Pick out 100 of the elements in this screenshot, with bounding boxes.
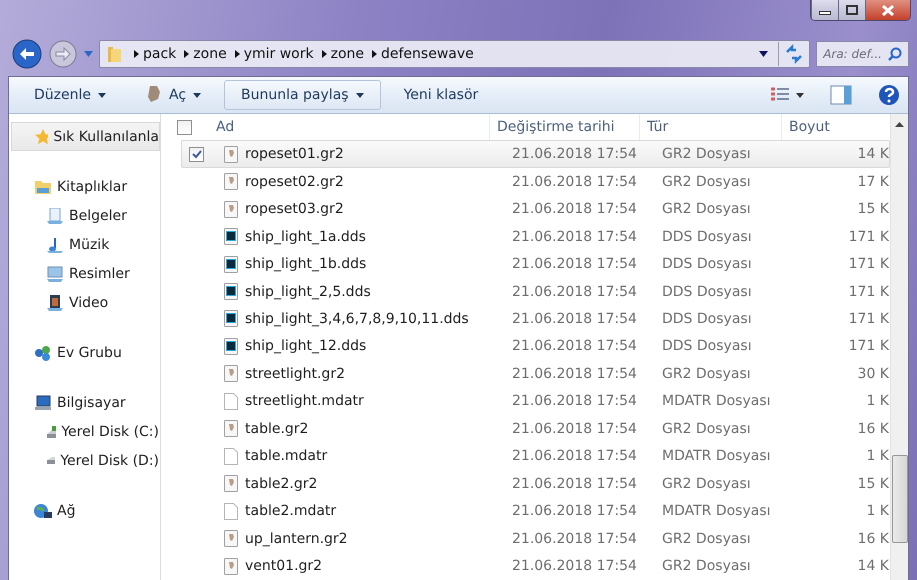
nav-item[interactable]: Ev Grubu <box>11 338 160 367</box>
caret-icon <box>98 92 106 98</box>
file-icon <box>224 173 238 190</box>
file-type: DDS Dosyası <box>661 338 753 354</box>
file-name: ropeset03.gr2 <box>245 201 344 218</box>
nav-item[interactable]: Belgeler <box>11 201 160 230</box>
maximize-button[interactable] <box>838 0 865 20</box>
file-name: streetlight.gr2 <box>245 366 345 382</box>
file-row[interactable]: ship_light_12.dds 21.06.2018 17:54 DDS Dosyası 171 K <box>181 332 890 360</box>
search-field[interactable]: Ara: def... <box>816 41 909 67</box>
file-row[interactable]: ship_light_1a.dds 21.06.2018 17:54 DDS Dosyası 171 K <box>181 222 890 250</box>
folder-icon <box>106 45 124 63</box>
file-icon <box>224 475 238 492</box>
file-row[interactable]: vent01.gr2 21.06.2018 17:54 GR2 Dosyası 14 K <box>181 552 890 580</box>
breadcrumb[interactable]: defensewave <box>381 46 474 62</box>
breadcrumb[interactable]: zone <box>330 46 364 62</box>
file-name: ship_light_12.dds <box>245 338 366 354</box>
minimize-icon <box>819 11 831 15</box>
file-icon <box>224 420 238 438</box>
address-bar[interactable]: pack zone ymir work zone defensewave <box>99 40 810 68</box>
nav-item[interactable]: Sık Kullanılanla <box>11 122 160 151</box>
caret-icon <box>796 92 804 98</box>
help-icon[interactable] <box>878 84 900 106</box>
file-name: ship_light_2,5.dds <box>245 284 371 300</box>
file-icon <box>224 558 238 575</box>
file-row[interactable]: streetlight.gr2 21.06.2018 17:54 GR2 Dosyası 30 K <box>181 360 890 388</box>
file-row[interactable]: table.mdatr 21.06.2018 17:54 MDATR Dosyası 1 K <box>181 442 890 470</box>
breadcrumb[interactable]: ymir work <box>244 46 314 62</box>
dropdown-arrow-icon[interactable] <box>759 51 768 57</box>
file-type: DDS Dosyası <box>661 284 753 300</box>
file-row[interactable]: ropeset02.gr2 21.06.2018 17:54 GR2 Dosyası 17 K <box>181 168 890 196</box>
file-row[interactable]: table2.gr2 21.06.2018 17:54 GR2 Dosyası 15 K <box>181 470 890 498</box>
file-type: GR2 Dosyası <box>661 476 752 492</box>
nav-item[interactable]: Müzik <box>11 230 160 259</box>
toolbar-button[interactable]: Yeni klasör <box>386 80 496 110</box>
document-icon <box>46 208 64 224</box>
file-type: DDS Dosyası <box>661 228 753 245</box>
file-size: 17 K <box>856 174 889 190</box>
file-name: table2.gr2 <box>245 476 318 492</box>
back-button[interactable] <box>12 39 42 69</box>
nav-item[interactable]: Resimler <box>11 259 160 288</box>
file-row[interactable]: table.gr2 21.06.2018 17:54 GR2 Dosyası 16 K <box>181 415 890 443</box>
breadcrumb[interactable]: zone <box>193 46 227 62</box>
checkbox[interactable] <box>177 120 192 135</box>
file-type: MDATR Dosyası <box>661 503 772 520</box>
breadcrumb[interactable]: pack <box>143 46 176 62</box>
modified-date: 21.06.2018 17:54 <box>511 338 638 354</box>
modified-date: 21.06.2018 17:54 <box>511 256 638 272</box>
file-name: table.mdatr <box>245 448 328 464</box>
chevron-icon <box>372 50 377 58</box>
file-size: 171 K <box>848 310 889 327</box>
modified-date: 21.06.2018 17:54 <box>511 174 638 190</box>
file-type: GR2 Dosyası <box>661 366 752 382</box>
forward-button[interactable] <box>48 39 78 69</box>
file-row[interactable]: table2.mdatr 21.06.2018 17:54 MDATR Dosyası 1 K <box>181 498 890 525</box>
column-header[interactable]: Ad <box>209 114 489 140</box>
image-file-icon <box>224 283 238 300</box>
nav-item[interactable]: Yerel Disk (D:) <box>11 446 160 475</box>
nav-item[interactable]: Bilgisayar <box>11 388 160 417</box>
scrollbar-thumb[interactable] <box>892 455 908 543</box>
file-type: GR2 Dosyası <box>661 201 752 218</box>
preview-pane-icon[interactable] <box>830 85 852 105</box>
file-name: table2.mdatr <box>245 503 336 520</box>
modified-date: 21.06.2018 17:54 <box>511 228 638 245</box>
close-icon <box>881 4 895 16</box>
file-row[interactable]: ropeset03.gr2 21.06.2018 17:54 GR2 Dosyası 15 K <box>181 195 890 223</box>
file-row[interactable]: ropeset01.gr2 21.06.2018 17:54 GR2 Dosyası 14 K <box>181 140 890 168</box>
toolbar-button[interactable]: Bununla paylaş <box>224 80 381 110</box>
file-row[interactable]: ship_light_1b.dds 21.06.2018 17:54 DDS Dosyası 171 K <box>181 250 890 278</box>
nav-item[interactable]: Video <box>11 288 160 317</box>
file-name: up_lantern.gr2 <box>245 530 348 547</box>
file-icon <box>224 530 238 548</box>
music-note-icon <box>46 236 64 252</box>
file-name: ship_light_3,4,6,7,8,9,10,11.dds <box>245 310 469 327</box>
modified-date: 21.06.2018 17:54 <box>511 393 638 410</box>
file-name: ropeset02.gr2 <box>245 174 344 190</box>
file-name: ropeset01.gr2 <box>245 146 344 162</box>
file-size: 171 K <box>848 228 889 245</box>
view-options-icon[interactable] <box>770 87 790 103</box>
homegroup-icon <box>34 344 52 360</box>
checkbox[interactable] <box>189 146 204 162</box>
file-size: 16 K <box>856 420 889 437</box>
file-row[interactable]: ship_light_2,5.dds 21.06.2018 17:54 DDS Dosyası 171 K <box>181 278 890 306</box>
toolbar-button[interactable]: Düzenle <box>17 80 123 110</box>
nav-item[interactable]: Ağ <box>11 496 160 525</box>
toolbar-button[interactable]: Aç <box>129 80 218 110</box>
file-row[interactable]: up_lantern.gr2 21.06.2018 17:54 GR2 Dosyası 16 K <box>181 524 890 552</box>
scroll-up-icon[interactable] <box>895 122 904 127</box>
nav-item[interactable]: Kitaplıklar <box>11 172 160 201</box>
modified-date: 21.06.2018 17:54 <box>511 146 638 162</box>
file-size: 15 K <box>856 476 889 492</box>
close-button[interactable] <box>865 0 910 20</box>
modified-date: 21.06.2018 17:54 <box>511 530 638 547</box>
file-size: 1 K <box>865 393 889 410</box>
file-row[interactable]: streetlight.mdatr 21.06.2018 17:54 MDATR Dosyası 1 K <box>181 388 890 416</box>
file-name: ship_light_1a.dds <box>245 228 366 245</box>
nav-item[interactable]: Yerel Disk (C:) <box>11 417 160 446</box>
minimize-button[interactable] <box>811 0 838 20</box>
star-icon <box>34 128 48 144</box>
file-row[interactable]: ship_light_3,4,6,7,8,9,10,11.dds 21.06.2018 17:54 DDS Dosyası 171 K <box>181 305 890 333</box>
